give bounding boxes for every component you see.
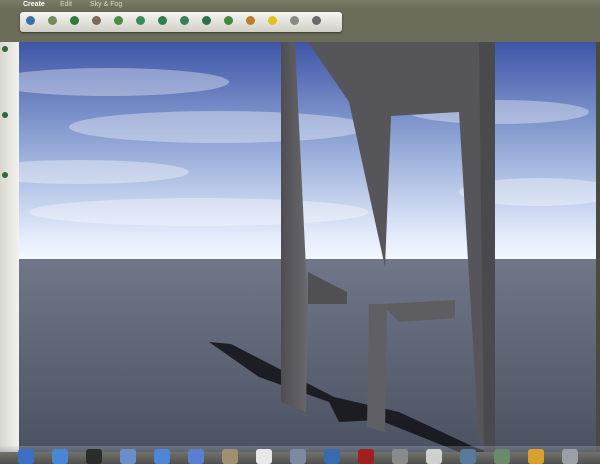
rail-knob-icon[interactable] <box>2 112 8 118</box>
ground <box>19 259 596 452</box>
rock-icon[interactable] <box>92 16 101 25</box>
menu-bar: Create Edit Sky & Fog <box>0 0 600 10</box>
system-preferences-icon[interactable] <box>392 449 408 464</box>
itunes-icon[interactable] <box>188 449 204 464</box>
mail-icon[interactable] <box>120 449 136 464</box>
3d-viewport[interactable] <box>19 42 596 452</box>
torus-icon[interactable] <box>158 16 167 25</box>
cylinder-icon[interactable] <box>202 16 211 25</box>
sphere-icon[interactable] <box>136 16 145 25</box>
rail-knob-icon[interactable] <box>2 172 8 178</box>
app-store-icon[interactable] <box>52 449 68 464</box>
terrain-app-icon[interactable] <box>494 449 510 464</box>
terrain-app-icon[interactable] <box>460 449 476 464</box>
safari-icon[interactable] <box>154 449 170 464</box>
plant-icon[interactable] <box>114 16 123 25</box>
preview-icon[interactable] <box>222 449 238 464</box>
camera-icon[interactable] <box>290 16 299 25</box>
activity-monitor-icon[interactable] <box>426 449 442 464</box>
figure-icon[interactable] <box>246 16 255 25</box>
menu-edit[interactable]: Edit <box>60 0 72 9</box>
dock <box>0 446 600 464</box>
menu-sky-fog[interactable]: Sky & Fog <box>90 0 122 9</box>
navigate-icon[interactable] <box>312 16 321 25</box>
dashboard-icon[interactable] <box>86 449 102 464</box>
light-icon[interactable] <box>268 16 277 25</box>
rail-handle-icon[interactable] <box>2 46 8 52</box>
music-icon[interactable] <box>324 449 340 464</box>
trash-icon[interactable] <box>562 449 578 464</box>
terrain-tile-icon[interactable] <box>26 16 35 25</box>
cone-icon[interactable] <box>224 16 233 25</box>
folder-icon[interactable] <box>528 449 544 464</box>
photo-booth-icon[interactable] <box>358 449 374 464</box>
cube-icon[interactable] <box>180 16 189 25</box>
menu-create[interactable]: Create <box>23 0 45 9</box>
finder-icon[interactable] <box>18 449 34 464</box>
calendar-icon[interactable] <box>256 449 272 464</box>
photos-icon[interactable] <box>290 449 306 464</box>
window-edge <box>596 42 600 452</box>
object-toolbar <box>20 12 342 32</box>
side-control-rail <box>0 42 19 452</box>
tree-icon[interactable] <box>70 16 79 25</box>
plane-tile-icon[interactable] <box>48 16 57 25</box>
